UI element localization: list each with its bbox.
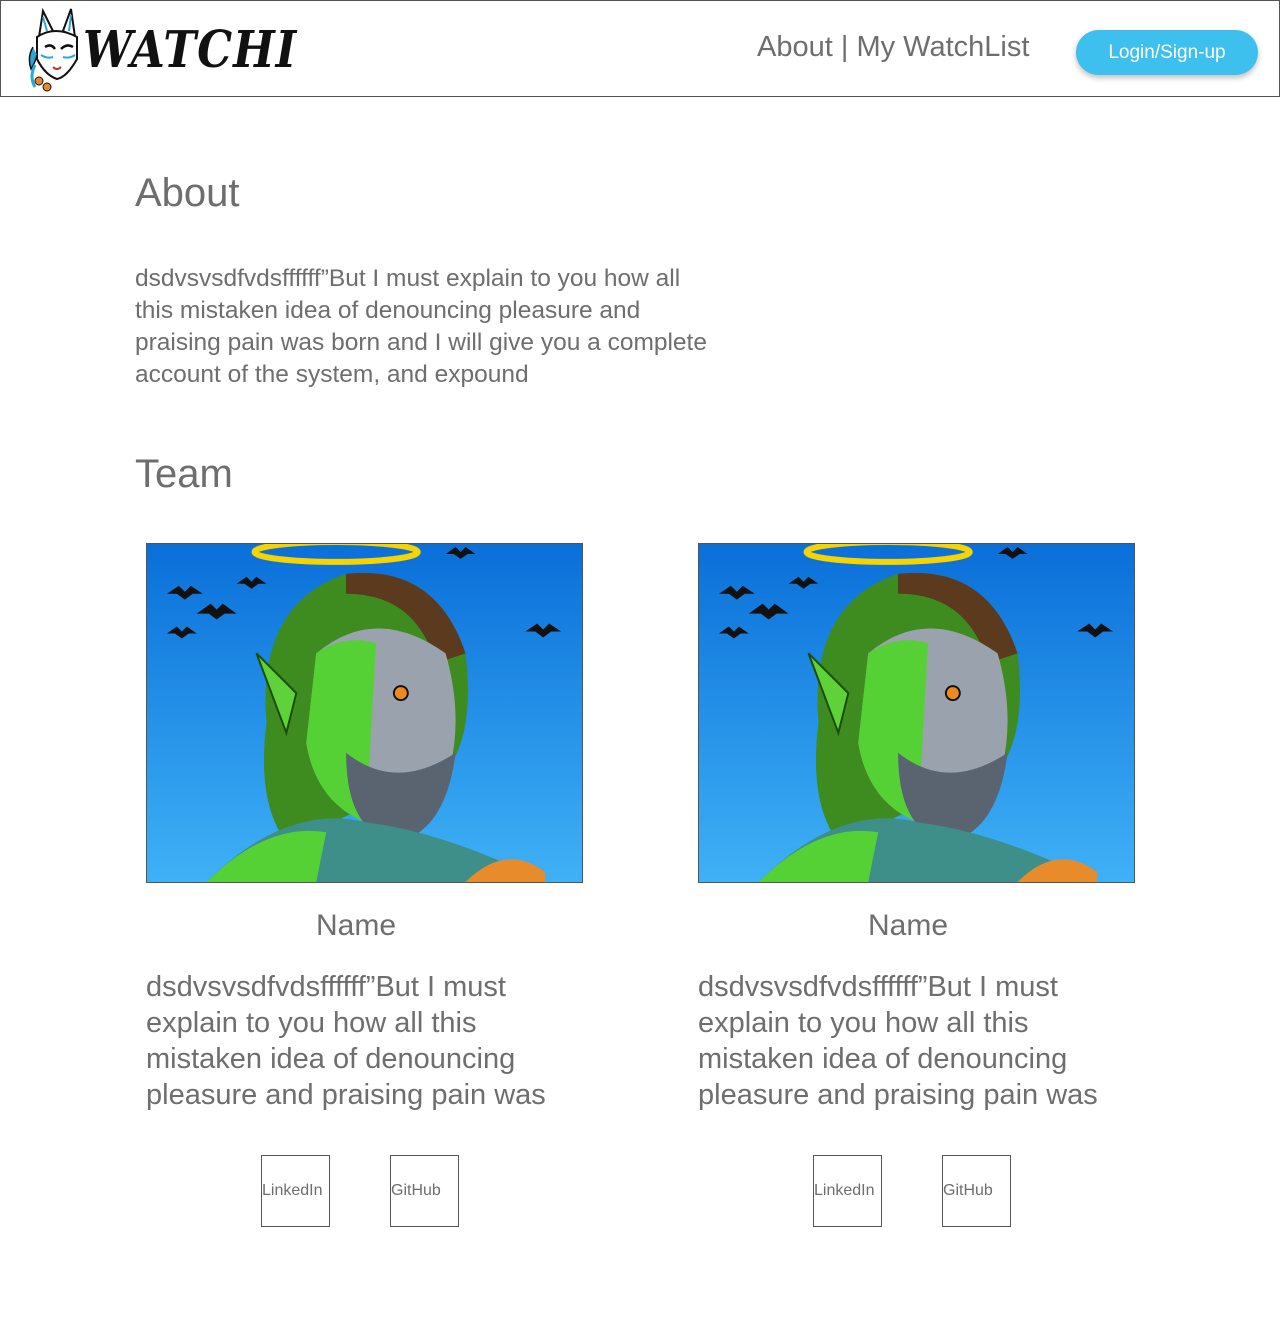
top-navbar: WATCHI About | My WatchList Login/Sign-u… [0, 0, 1280, 97]
linkedin-link[interactable]: LinkedIn [261, 1155, 330, 1227]
team-member-card: Name dsdvsvsdfvdsffffff”But I must expla… [698, 543, 1135, 1227]
nav-watchlist-link[interactable]: My WatchList [856, 31, 1029, 63]
main-nav: About | My WatchList [757, 31, 1029, 64]
team-member-name: Name [315, 909, 397, 942]
team-member-bio: dsdvsvsdfvdsffffff”But I must explain to… [146, 971, 546, 1111]
team-member-portrait-icon [146, 543, 583, 883]
fox-mask-logo-icon [28, 7, 78, 92]
linkedin-link[interactable]: LinkedIn [813, 1155, 882, 1227]
login-signup-button[interactable]: Login/Sign-up [1076, 30, 1258, 75]
nav-about-link[interactable]: About [757, 31, 833, 63]
github-link[interactable]: GitHub [942, 1155, 1011, 1227]
team-member-name: Name [867, 909, 949, 942]
github-link[interactable]: GitHub [390, 1155, 459, 1227]
logo[interactable]: WATCHI [27, 7, 296, 93]
team-member-card: Name dsdvsvsdfvdsffffff”But I must expla… [146, 543, 583, 1227]
team-heading: Team [135, 452, 233, 496]
logo-wordmark: WATCHI [83, 21, 298, 80]
about-paragraph: dsdvsvsdfvdsffffff”But I must explain to… [135, 265, 707, 388]
team-member-bio: dsdvsvsdfvdsffffff”But I must explain to… [698, 971, 1098, 1111]
team-member-portrait-icon [698, 543, 1135, 883]
nav-separator: | [832, 31, 857, 63]
about-heading: About [135, 171, 240, 215]
